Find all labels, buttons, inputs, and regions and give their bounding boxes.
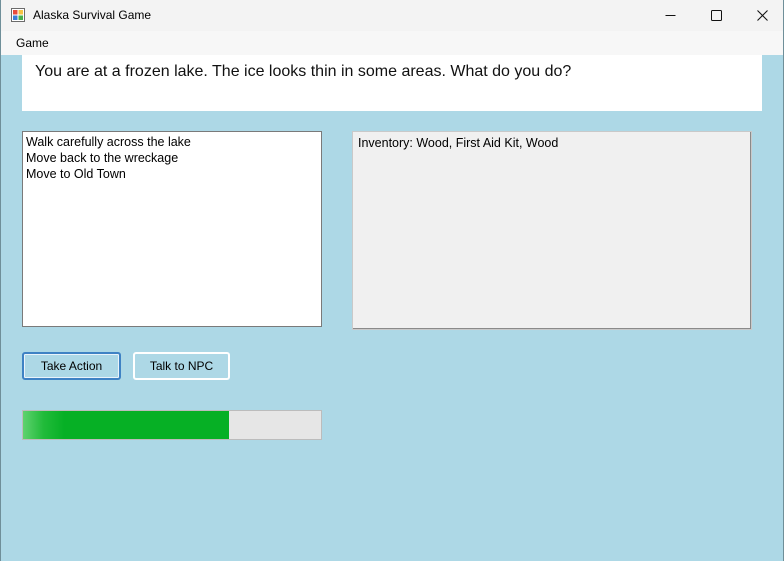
menu-game[interactable]: Game (16, 36, 49, 50)
take-action-button[interactable]: Take Action (22, 352, 121, 380)
progress-fill (23, 411, 229, 439)
choice-item[interactable]: Walk carefully across the lake (26, 134, 318, 150)
progress-bar (22, 410, 322, 440)
inventory-text: Inventory: Wood, First Aid Kit, Wood (358, 136, 559, 150)
close-button[interactable] (739, 0, 783, 31)
window-title: Alaska Survival Game (33, 8, 152, 22)
close-icon (756, 10, 768, 21)
minimize-icon (665, 15, 675, 16)
talk-to-npc-button[interactable]: Talk to NPC (133, 352, 230, 380)
title-bar[interactable]: Alaska Survival Game (1, 0, 783, 31)
story-panel: You are at a frozen lake. The ice looks … (22, 55, 762, 111)
choice-item[interactable]: Move back to the wreckage (26, 150, 318, 166)
minimize-button[interactable] (647, 0, 693, 31)
maximize-icon (710, 10, 722, 21)
choice-item[interactable]: Move to Old Town (26, 166, 318, 182)
choices-listbox[interactable]: Walk carefully across the lake Move back… (22, 131, 322, 327)
inventory-panel: Inventory: Wood, First Aid Kit, Wood (352, 131, 752, 330)
app-window: Alaska Survival Game Game You are at a f… (0, 0, 784, 561)
app-icon (11, 8, 25, 22)
menu-bar: Game (1, 31, 783, 55)
maximize-button[interactable] (693, 0, 739, 31)
story-text: You are at a frozen lake. The ice looks … (35, 63, 572, 80)
